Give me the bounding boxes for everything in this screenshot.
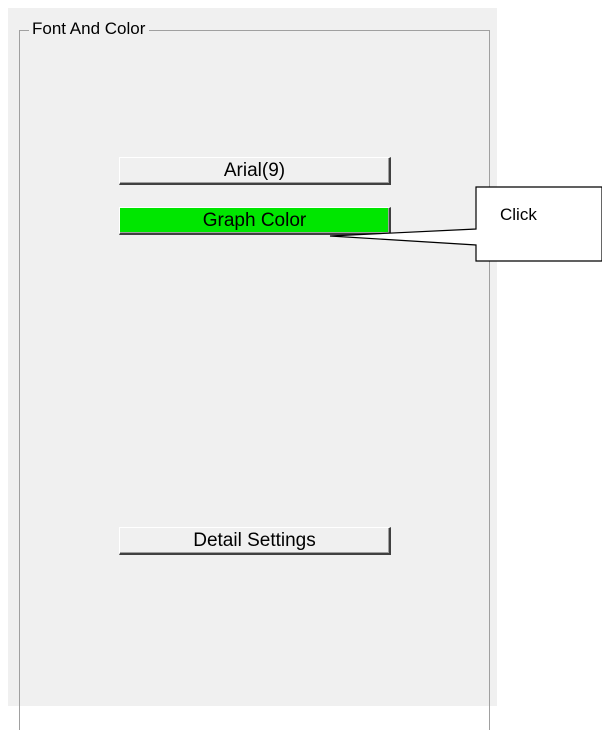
detail-settings-button[interactable]: Detail Settings [119, 527, 391, 555]
font-button[interactable]: Arial(9) [119, 157, 391, 185]
callout-label: Click [500, 205, 537, 224]
groupbox-title: Font And Color [29, 19, 150, 39]
graph-color-button[interactable]: Graph Color [119, 207, 391, 235]
font-and-color-groupbox [19, 30, 490, 730]
